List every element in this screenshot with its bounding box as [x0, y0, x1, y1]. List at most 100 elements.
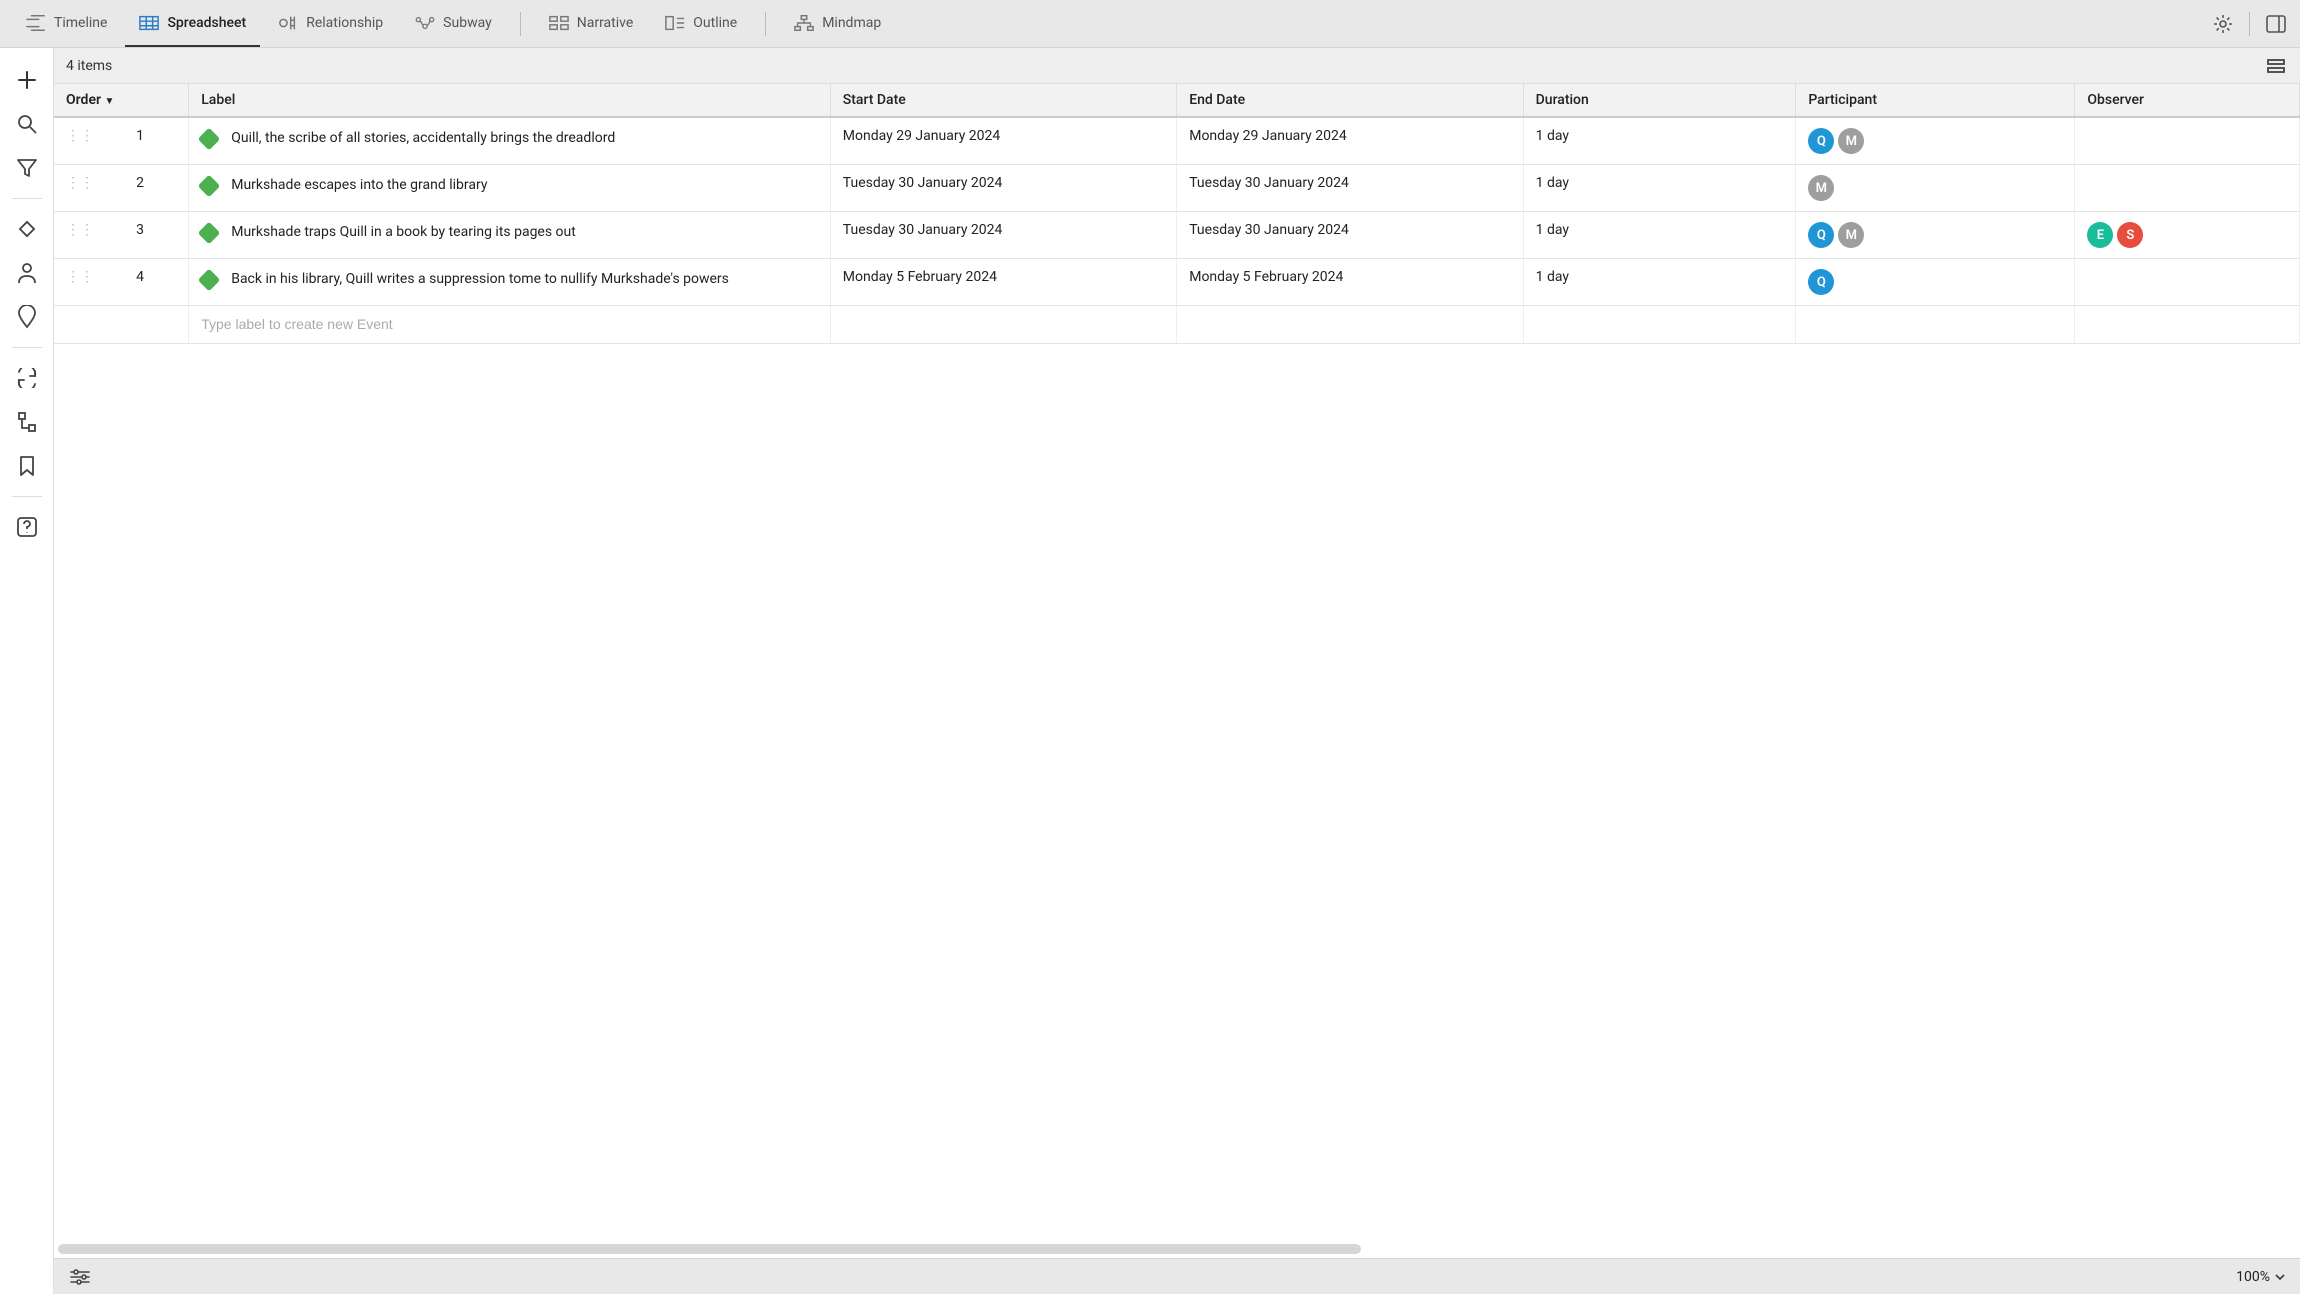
cell-duration[interactable]: 1 day [1523, 117, 1796, 165]
tab-relationship[interactable]: Relationship [264, 0, 397, 47]
tab-label: Subway [443, 15, 492, 31]
dependency-button[interactable] [9, 402, 45, 442]
spreadsheet-table-wrap: Order ▼ Label Start Date End Date Durati… [54, 84, 2300, 1258]
event-label[interactable]: Murkshade escapes into the grand library [231, 175, 487, 195]
refresh-button[interactable] [9, 358, 45, 398]
tab-timeline[interactable]: Timeline [12, 0, 121, 47]
event-diamond-icon [198, 175, 221, 198]
event-type-button[interactable] [9, 209, 45, 249]
outline-icon [665, 13, 685, 33]
tab-mindmap[interactable]: Mindmap [780, 0, 895, 47]
cell-duration[interactable]: 1 day [1523, 165, 1796, 212]
character-button[interactable] [9, 253, 45, 293]
drag-handle-icon[interactable]: ⋮⋮ [66, 129, 94, 143]
relationship-icon [278, 13, 298, 33]
settings-button[interactable] [2211, 12, 2235, 36]
cell-participant[interactable]: QM [1796, 212, 2075, 259]
row-order: 3 [104, 222, 176, 238]
cell-start[interactable]: Monday 5 February 2024 [830, 259, 1176, 306]
cell-start[interactable]: Tuesday 30 January 2024 [830, 212, 1176, 259]
filter-button[interactable] [9, 148, 45, 188]
cell-end[interactable]: Monday 29 January 2024 [1177, 117, 1523, 165]
filter-icon [16, 158, 38, 178]
avatar[interactable]: Q [1808, 222, 1834, 248]
search-button[interactable] [9, 104, 45, 144]
cell-participant[interactable]: QM [1796, 117, 2075, 165]
place-button[interactable] [9, 297, 45, 337]
row-order: 1 [104, 128, 176, 144]
help-icon [16, 516, 38, 538]
panel-toggle-button[interactable] [2264, 12, 2288, 36]
drag-handle-icon[interactable]: ⋮⋮ [66, 270, 94, 284]
event-label[interactable]: Back in his library, Quill writes a supp… [231, 269, 729, 289]
events-table: Order ▼ Label Start Date End Date Durati… [54, 84, 2300, 344]
table-row[interactable]: ⋮⋮ 4 Back in his library, Quill writes a… [54, 259, 2300, 306]
cell-observer[interactable] [2075, 165, 2300, 212]
cell-start[interactable]: Monday 29 January 2024 [830, 117, 1176, 165]
add-button[interactable] [9, 60, 45, 100]
avatar[interactable]: M [1838, 222, 1864, 248]
cell-end[interactable]: Tuesday 30 January 2024 [1177, 212, 1523, 259]
avatar[interactable]: E [2087, 222, 2113, 248]
zoom-control[interactable]: 100% [2236, 1269, 2286, 1285]
table-row[interactable]: ⋮⋮ 2 Murkshade escapes into the grand li… [54, 165, 2300, 212]
col-header-participant[interactable]: Participant [1796, 84, 2075, 117]
tab-outline[interactable]: Outline [651, 0, 751, 47]
table-row[interactable]: ⋮⋮ 1 Quill, the scribe of all stories, a… [54, 117, 2300, 165]
view-options-button[interactable] [68, 1265, 92, 1289]
cell-start[interactable]: Tuesday 30 January 2024 [830, 165, 1176, 212]
plus-icon [16, 69, 38, 91]
tab-label: Relationship [306, 15, 383, 31]
narrative-icon [549, 13, 569, 33]
row-display-button[interactable] [2264, 54, 2288, 78]
cell-participant[interactable]: M [1796, 165, 2075, 212]
new-event-input[interactable] [201, 316, 818, 332]
avatar[interactable]: M [1808, 175, 1834, 201]
cell-observer[interactable]: ES [2075, 212, 2300, 259]
event-label[interactable]: Quill, the scribe of all stories, accide… [231, 128, 615, 148]
tab-label: Spreadsheet [167, 15, 246, 31]
bottom-bar: 100% [54, 1258, 2300, 1294]
tab-label: Timeline [54, 15, 107, 31]
new-event-row[interactable] [54, 306, 2300, 344]
avatar[interactable]: M [1838, 128, 1864, 154]
avatar[interactable]: Q [1808, 269, 1834, 295]
search-icon [16, 113, 38, 135]
col-header-observer[interactable]: Observer [2075, 84, 2300, 117]
col-header-label[interactable]: Label [189, 84, 831, 117]
tab-spreadsheet[interactable]: Spreadsheet [125, 0, 260, 47]
drag-handle-icon[interactable]: ⋮⋮ [66, 176, 94, 190]
col-header-order[interactable]: Order ▼ [54, 84, 189, 117]
col-header-end[interactable]: End Date [1177, 84, 1523, 117]
table-row[interactable]: ⋮⋮ 3 Murkshade traps Quill in a book by … [54, 212, 2300, 259]
timeline-icon [26, 13, 46, 33]
avatar[interactable]: S [2117, 222, 2143, 248]
cell-end[interactable]: Monday 5 February 2024 [1177, 259, 1523, 306]
diamond-icon [16, 218, 38, 240]
tab-label: Mindmap [822, 15, 881, 31]
gear-icon [2212, 13, 2234, 35]
tab-narrative[interactable]: Narrative [535, 0, 648, 47]
sidebar-separator [12, 198, 42, 199]
col-header-start[interactable]: Start Date [830, 84, 1176, 117]
cell-observer[interactable] [2075, 117, 2300, 165]
drag-handle-icon[interactable]: ⋮⋮ [66, 223, 94, 237]
bookmark-button[interactable] [9, 446, 45, 486]
sidebar-separator [12, 347, 42, 348]
cell-participant[interactable]: Q [1796, 259, 2075, 306]
panel-right-icon [2266, 15, 2286, 33]
event-label[interactable]: Murkshade traps Quill in a book by teari… [231, 222, 576, 242]
rows-icon [2267, 59, 2285, 73]
cell-duration[interactable]: 1 day [1523, 212, 1796, 259]
cell-duration[interactable]: 1 day [1523, 259, 1796, 306]
person-icon [17, 262, 37, 284]
horizontal-scrollbar[interactable] [58, 1244, 1361, 1254]
help-button[interactable] [9, 507, 45, 547]
cell-end[interactable]: Tuesday 30 January 2024 [1177, 165, 1523, 212]
separator [2249, 12, 2250, 36]
col-header-duration[interactable]: Duration [1523, 84, 1796, 117]
tab-subway[interactable]: Subway [401, 0, 506, 47]
cell-observer[interactable] [2075, 259, 2300, 306]
avatar[interactable]: Q [1808, 128, 1834, 154]
tab-label: Narrative [577, 15, 634, 31]
